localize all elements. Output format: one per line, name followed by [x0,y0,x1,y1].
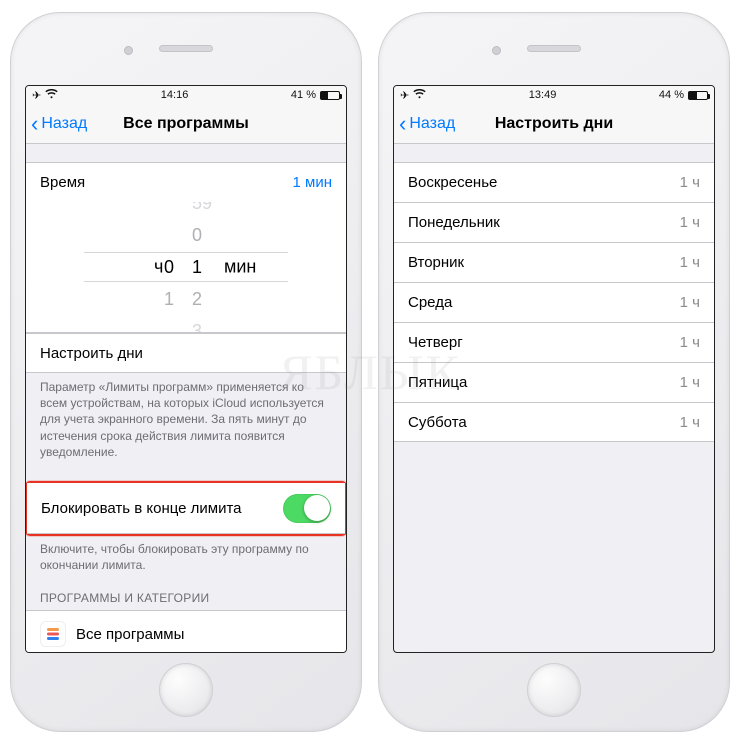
battery-icon [688,91,708,100]
battery-icon [320,91,340,100]
home-button[interactable] [159,663,213,717]
wifi-icon [413,89,426,102]
day-cell[interactable]: Вторник 1 ч [394,242,714,282]
category-item[interactable]: Все программы [26,610,346,652]
phone-camera [124,46,133,55]
picker-hours[interactable]: 0 1 [98,202,178,332]
day-cell[interactable]: Пятница 1 ч [394,362,714,402]
day-cell[interactable]: Суббота 1 ч [394,402,714,442]
customize-days-footer: Параметр «Лимиты программ» применяется к… [26,373,346,460]
days-list: Воскресенье1 чПонедельник1 чВторник1 чСр… [394,162,714,442]
nav-bar: ‹ Назад Все программы [26,104,346,144]
time-value: 1 мин [293,174,333,191]
day-value: 1 ч [680,254,700,271]
day-cell[interactable]: Четверг 1 ч [394,322,714,362]
airplane-icon: ✈︎ [400,89,409,102]
day-name: Среда [408,294,452,311]
status-time: 14:16 [161,89,189,101]
nav-bar: ‹ Назад Настроить дни [394,104,714,144]
back-label: Назад [409,115,455,133]
battery-pct: 44 % [659,89,684,101]
day-value: 1 ч [680,214,700,231]
time-cell[interactable]: Время 1 мин [26,162,346,202]
back-label: Назад [41,115,87,133]
chevron-left-icon: ‹ [31,113,38,135]
day-name: Воскресенье [408,174,497,191]
phone-left: ✈︎ 14:16 41 % ‹ Назад Все программы [10,12,362,732]
customize-days-cell[interactable]: Настроить дни [26,333,346,373]
day-value: 1 ч [680,414,700,431]
phone-speaker [527,45,581,52]
phone-speaker [159,45,213,52]
phone-camera [492,46,501,55]
day-name: Суббота [408,414,467,431]
wifi-icon [45,89,58,102]
screen-left: ✈︎ 14:16 41 % ‹ Назад Все программы [25,85,347,653]
picker-mins-unit: мин [224,257,256,278]
back-button[interactable]: ‹ Назад [394,113,455,135]
day-value: 1 ч [680,334,700,351]
time-picker[interactable]: 0 1 ч 59 0 1 2 3 [26,202,346,332]
block-label: Блокировать в конце лимита [41,500,242,517]
day-value: 1 ч [680,294,700,311]
picker-hours-unit: ч [154,257,163,278]
day-name: Четверг [408,334,463,351]
day-cell[interactable]: Среда 1 ч [394,282,714,322]
status-bar: ✈︎ 14:16 41 % [26,86,346,104]
battery-pct: 41 % [291,89,316,101]
phone-right: ✈︎ 13:49 44 % ‹ Назад Настроить дни [378,12,730,732]
back-button[interactable]: ‹ Назад [26,113,87,135]
category-label: Все программы [76,626,184,643]
day-value: 1 ч [680,374,700,391]
day-value: 1 ч [680,174,700,191]
status-bar: ✈︎ 13:49 44 % [394,86,714,104]
airplane-icon: ✈︎ [32,89,41,102]
block-switch[interactable] [283,494,331,523]
day-name: Вторник [408,254,464,271]
block-footer: Включите, чтобы блокировать эту программ… [26,535,346,573]
screen-right: ✈︎ 13:49 44 % ‹ Назад Настроить дни [393,85,715,653]
chevron-left-icon: ‹ [399,113,406,135]
stack-icon [40,621,66,647]
categories-header: ПРОГРАММЫ И КАТЕГОРИИ [26,573,346,610]
home-button[interactable] [527,663,581,717]
status-time: 13:49 [529,89,557,101]
day-name: Понедельник [408,214,500,231]
day-cell[interactable]: Воскресенье 1 ч [394,162,714,202]
day-name: Пятница [408,374,467,391]
block-at-limit-cell[interactable]: Блокировать в конце лимита [27,483,345,534]
customize-days-label: Настроить дни [40,345,143,362]
time-label: Время [40,174,85,191]
day-cell[interactable]: Понедельник 1 ч [394,202,714,242]
